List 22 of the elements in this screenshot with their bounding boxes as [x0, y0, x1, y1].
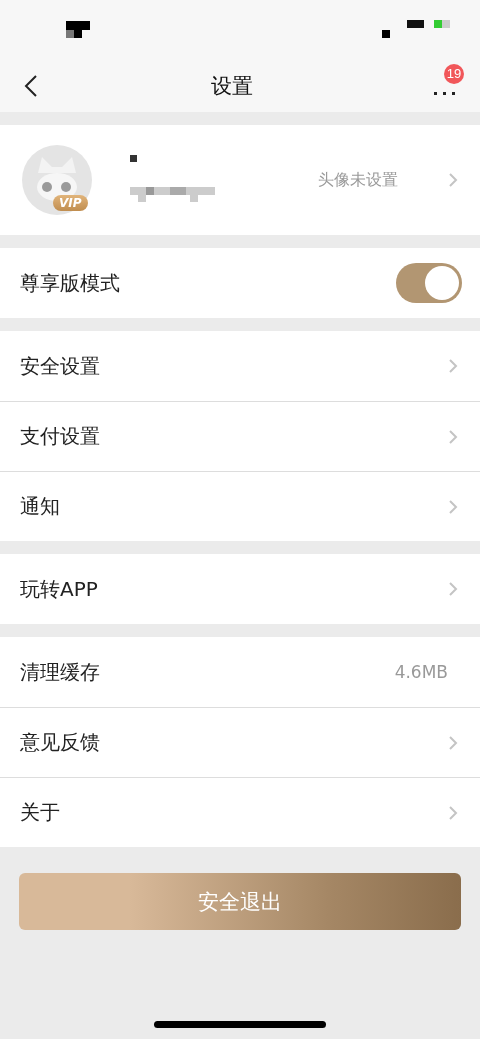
chevron-icon [448, 498, 458, 515]
row-label: 玩转APP [20, 575, 99, 603]
row-label: 尊享版模式 [20, 269, 121, 297]
row-label: 安全设置 [20, 352, 101, 380]
chevron-icon [448, 358, 458, 374]
chevron-icon [448, 581, 458, 597]
vip-badge: VIP [53, 195, 88, 211]
avatar-hint: 头像未设置 [318, 169, 398, 191]
chevron-icon [448, 804, 458, 821]
notification-badge: 19 [444, 64, 464, 84]
chevron-icon [448, 428, 458, 445]
row-label: 通知 [20, 493, 61, 520]
row-label: 关于 [20, 799, 61, 826]
avatar-icon [20, 143, 94, 217]
chevron-icon [448, 734, 458, 751]
row-label: 支付设置 [20, 423, 101, 450]
page-title: 设置 [211, 73, 253, 100]
chevron-icon [448, 172, 458, 188]
row-label: 清理缓存 [20, 658, 101, 686]
cache-size: 4.6MB [394, 662, 448, 682]
toggle-switch[interactable] [396, 263, 462, 303]
row-label: 意见反馈 [20, 729, 101, 756]
